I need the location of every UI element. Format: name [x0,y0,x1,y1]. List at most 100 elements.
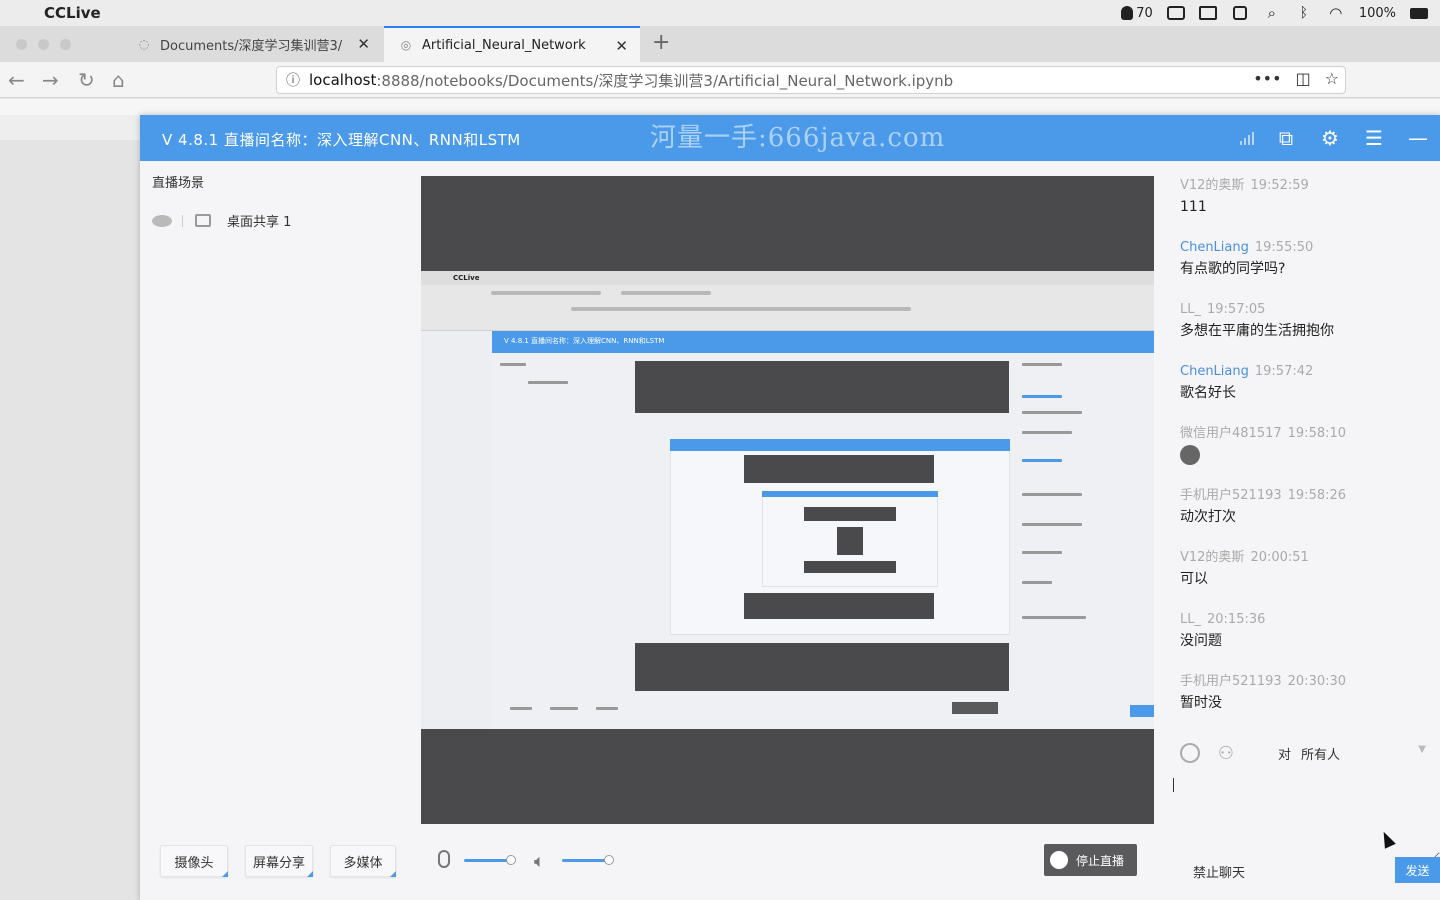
chat-timestamp: 19:57:05 [1207,302,1266,317]
stop-live-button[interactable]: 停止直播 [1044,844,1137,876]
chat-username[interactable]: ChenLiang [1180,240,1249,255]
signal-strength-icon [1240,131,1254,145]
bluetooth-icon[interactable]: ᛒ [1295,5,1313,21]
chat-message-text: 111 [1180,199,1207,215]
minimize-icon[interactable]: — [1396,126,1440,150]
window-close-button[interactable] [16,39,27,50]
chat-username[interactable]: 微信用户481517 [1180,426,1282,441]
chat-timestamp: 20:00:51 [1250,550,1309,565]
cclive-title: V 4.8.1 直播间名称：深入理解CNN、RNN和LSTM [162,131,521,149]
settings-gear-icon[interactable]: ⚙ [1308,126,1352,150]
tab-artificial-neural-network[interactable]: ◎ Artificial_Neural_Network ✕ [384,26,640,62]
chat-message: V12的奥斯 19:52:59 111 [1180,176,1412,218]
battery-icon[interactable] [1410,5,1428,21]
chat-username[interactable]: LL_ [1180,302,1201,317]
app-name-menu[interactable]: CCLive [44,4,101,22]
preview-menubar: CCLive [421,271,1154,285]
cclive-window: V 4.8.1 直播间名称：深入理解CNN、RNN和LSTM 河量一手:666j… [140,115,1440,900]
send-button[interactable]: 发送 [1395,857,1440,883]
live-preview: CCLive V 4.8.1 直播间名称：深入理解CNN、RNN和LSTM [421,176,1154,824]
tab-close-icon[interactable]: ✕ [357,35,370,53]
screen-share-button[interactable]: 屏幕分享 [245,845,313,877]
chat-message-meta: 微信用户481517 19:58:10 [1180,424,1412,444]
preview-text-line [528,381,568,384]
url-bar[interactable]: ⓘ localhost :8888/notebooks/Documents/深度… [276,66,1346,94]
multimedia-button[interactable]: 多媒体 [330,845,396,877]
audience-select[interactable]: 所有人 ▼ [1301,744,1430,763]
preview-nested-dark [635,361,1009,413]
stop-icon [1050,851,1068,869]
people-icon[interactable]: ⚇ [1218,743,1234,764]
bookmark-star-icon[interactable]: ☆ [1325,69,1339,88]
scene-item-desktop-share[interactable]: 桌面共享 1 [152,211,291,230]
chat-message: 手机用户521193 19:58:26 动次打次 [1180,486,1412,528]
new-tab-button[interactable]: + [652,30,670,55]
reload-icon[interactable]: ↻ [78,68,95,92]
menu-icon[interactable]: ☰ [1352,126,1396,150]
pocket-icon[interactable]: ◫ [1296,69,1311,88]
chat-input[interactable] [1172,775,1440,861]
window-zoom-button[interactable] [60,39,71,50]
preview-nested-window: V 4.8.1 直播间名称：深入理解CNN、RNN和LSTM [492,331,1154,729]
display-icon[interactable] [1166,5,1185,21]
chat-message-meta: LL_ 20:15:36 [1180,610,1412,630]
search-icon[interactable]: ⌕ [1263,4,1281,22]
jupyter-icon: ◎ [400,38,412,52]
header-actions: ⧉ ⚙ ☰ — [1240,115,1440,161]
chat-message: V12的奥斯 20:00:51 可以 [1180,548,1412,590]
battery-percent[interactable]: 100% [1359,6,1396,21]
preview-text-line [1022,363,1062,366]
tray-app-icon[interactable]: 70 [1121,6,1153,21]
camera-button[interactable]: 摄像头 [160,845,228,877]
preview-send-button [1130,705,1154,717]
chat-username[interactable]: LL_ [1180,612,1201,627]
ban-chat-toggle[interactable]: 禁止聊天 [1193,862,1245,881]
chat-message: 手机用户521193 20:30:30 暂时没 [1180,672,1412,714]
clipboard-icon[interactable] [1231,5,1249,21]
preview-text-line [1022,431,1072,434]
chat-username[interactable]: 手机用户521193 [1180,674,1282,689]
mic-volume-knob[interactable] [506,855,516,865]
window-minimize-button[interactable] [38,39,49,50]
preview-text-line [500,363,526,366]
preview-nested-dark [635,643,1009,691]
chat-message-meta: V12的奥斯 19:52:59 [1180,176,1412,196]
to-label: 对 [1278,747,1292,763]
watermark-text: 河量一手:666java.com [650,123,946,153]
screen-icon[interactable] [1198,5,1217,21]
preview-text-line [1022,411,1082,414]
preview-browser-chrome [421,285,1154,331]
back-arrow-icon[interactable]: ← [8,68,25,92]
chat-message-text: 有点歌的同学吗? [1180,261,1286,277]
chat-message-list[interactable]: V12的奥斯 19:52:59 111 ChenLiang 19:55:50 有点歌的同学… [1180,176,1412,736]
chevron-down-icon: ▼ [1418,743,1426,755]
microphone-icon[interactable] [438,850,450,868]
tab-close-icon[interactable]: ✕ [615,37,628,55]
preview-url-line [571,307,911,311]
speaker-volume-slider[interactable] [562,859,608,862]
chat-username[interactable]: V12的奥斯 [1180,550,1244,565]
chat-message: 微信用户481517 19:58:10 [1180,424,1412,466]
site-info-icon[interactable]: ⓘ [277,70,309,90]
mic-volume-slider[interactable] [464,859,510,862]
chat-message-text: 没问题 [1180,633,1222,649]
preview-text-line [1022,523,1082,526]
chat-username[interactable]: ChenLiang [1180,364,1249,379]
chat-message-text: 可以 [1180,571,1208,587]
emoji-icon[interactable] [1180,743,1200,763]
page-actions-menu[interactable]: ••• [1253,69,1281,88]
emoji-sticker-icon [1180,445,1200,465]
speaker-volume-knob[interactable] [604,855,614,865]
eye-icon[interactable] [152,214,172,227]
chat-username[interactable]: 手机用户521193 [1180,488,1282,503]
wifi-icon[interactable]: ◠ [1327,4,1345,22]
preview-stop-button [952,702,998,714]
chat-username[interactable]: V12的奥斯 [1180,178,1244,193]
preview-text-line [1022,493,1082,496]
forward-arrow-icon[interactable]: → [42,68,59,92]
home-icon[interactable]: ⌂ [112,68,125,92]
monitor-icon [195,214,211,227]
speaker-icon[interactable]: 🔈︎ [534,851,545,872]
popout-icon[interactable]: ⧉ [1264,126,1308,150]
tab-documents[interactable]: ◌ Documents/深度学习集训营3/ ✕ [122,26,382,62]
